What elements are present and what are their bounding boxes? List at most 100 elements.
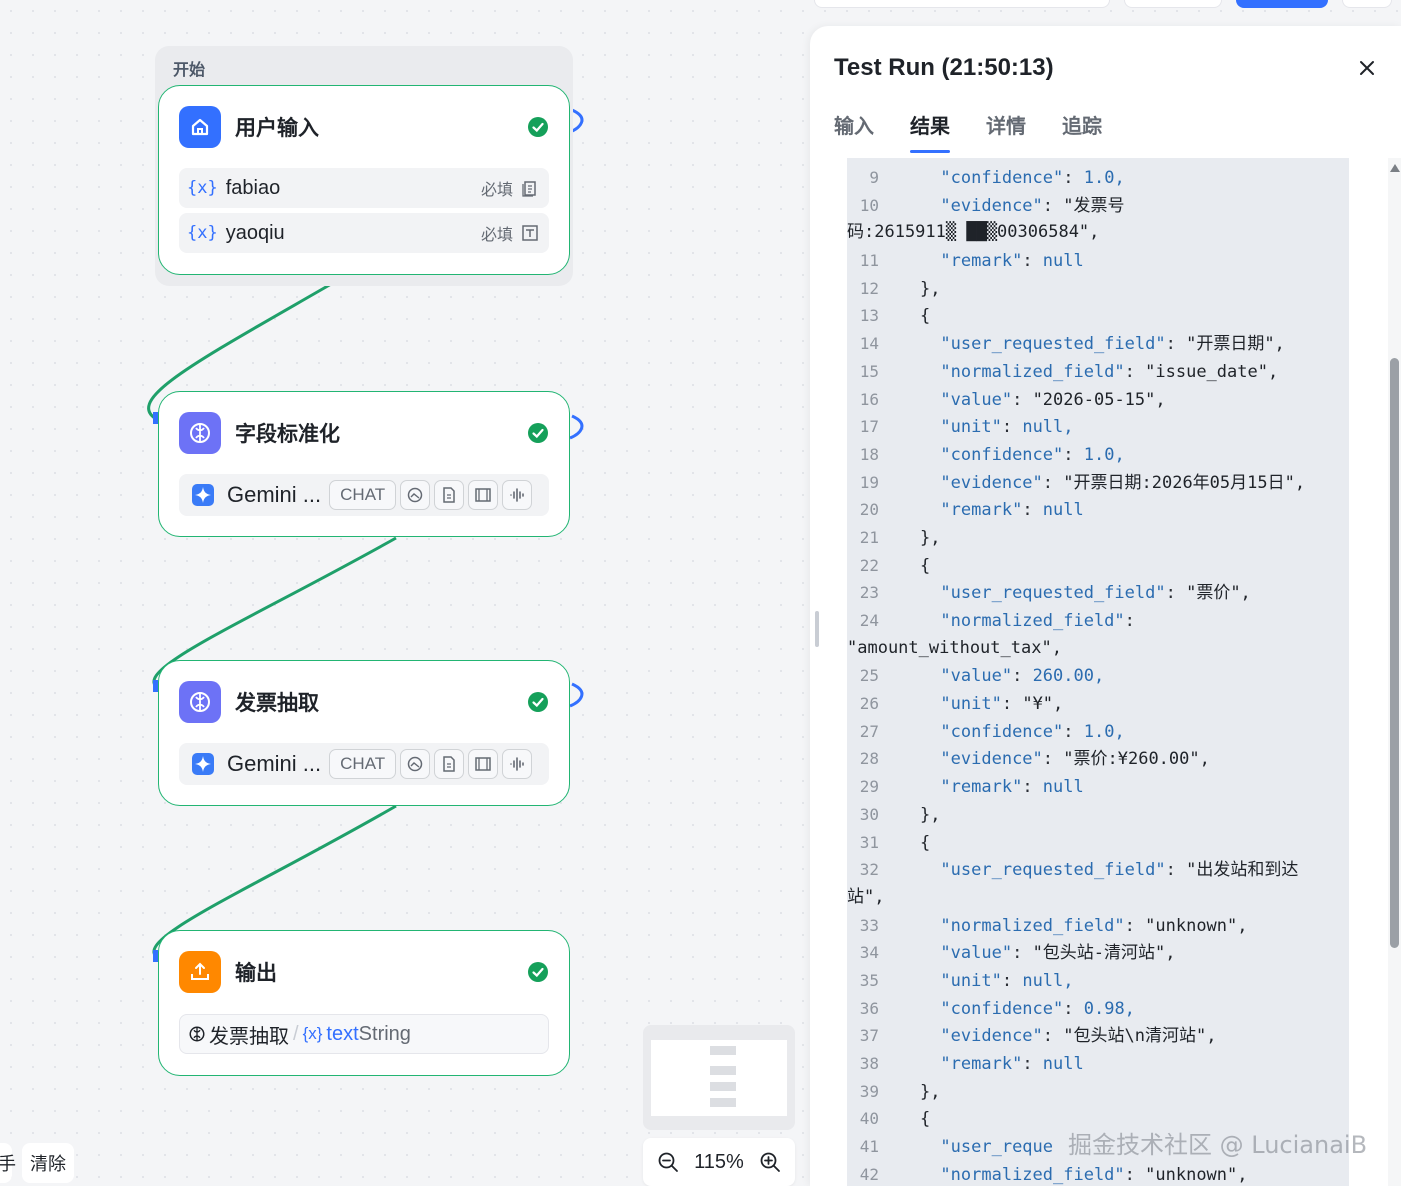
- line-number: 13: [859, 306, 879, 326]
- tab-trace[interactable]: 追踪: [1062, 110, 1102, 153]
- json-value: {: [919, 555, 931, 576]
- zoom-in-icon[interactable]: [759, 1151, 781, 1173]
- primary-button-edge[interactable]: [1236, 0, 1328, 8]
- cut-off-button[interactable]: 手: [0, 1143, 16, 1183]
- toolbar-button-edge[interactable]: [814, 0, 1110, 8]
- line-number: 25: [859, 666, 879, 686]
- line-number: 19: [859, 472, 879, 492]
- variable-icon: {x}: [187, 223, 218, 243]
- code-line: 29 "remark": null: [847, 773, 1349, 801]
- node-field-normalize[interactable]: 字段标准化 Gemini ... CHAT: [158, 391, 570, 537]
- node-invoice-extract[interactable]: 发票抽取 Gemini ... CHAT: [158, 660, 570, 806]
- json-colon: :: [1042, 1026, 1064, 1047]
- line-number: 24: [859, 611, 879, 630]
- json-value: "发票号: [1063, 195, 1125, 216]
- code-line: 10 "evidence": "发票号: [847, 192, 1349, 220]
- minimap[interactable]: [643, 1025, 795, 1130]
- variable-name: fabiao: [225, 176, 281, 199]
- json-colon: :: [1022, 777, 1043, 798]
- test-run-panel: Test Run (21:50:13) 输入 结果 详情 追踪 9 "confi…: [810, 0, 1401, 1186]
- json-colon: :: [1124, 361, 1146, 382]
- line-number: 20: [859, 500, 879, 520]
- line-number: 41: [859, 1137, 879, 1157]
- minimap-node: [710, 1098, 736, 1107]
- model-row[interactable]: Gemini ... CHAT: [179, 474, 549, 516]
- tab-result[interactable]: 结果: [910, 110, 950, 153]
- code-line: 12 },: [847, 275, 1349, 303]
- audio-icon: [502, 749, 533, 779]
- line-number: 42: [859, 1164, 879, 1184]
- line-number: 36: [859, 998, 879, 1018]
- json-value: "票价:¥260.00",: [1063, 749, 1210, 770]
- resize-handle[interactable]: [815, 611, 819, 647]
- code-line: 19 "evidence": "开票日期:2026年05月15日",: [847, 469, 1349, 497]
- success-check-icon: [528, 962, 548, 982]
- code-line: "amount_without_tax",: [847, 635, 1349, 663]
- tab-detail[interactable]: 详情: [986, 110, 1026, 153]
- json-key: "remark": [940, 777, 1023, 798]
- minimap-node: [710, 1046, 736, 1055]
- code-line: 站",: [847, 884, 1349, 912]
- workflow-canvas[interactable]: 开始 用户输入 {x} fabiao 必填 {x} yaoqiu 必填 字段标准…: [0, 0, 810, 1186]
- toolbar-button-edge[interactable]: [1124, 0, 1222, 8]
- input-variable-row[interactable]: {x} fabiao 必填: [179, 168, 549, 208]
- line-number: 27: [859, 721, 879, 741]
- json-value: {: [919, 306, 931, 327]
- toolbar-button-edge[interactable]: [1342, 0, 1392, 8]
- json-colon: :: [1063, 998, 1084, 1019]
- json-key: "user_requested_field": [940, 583, 1166, 604]
- video-icon: [468, 749, 499, 779]
- model-name: Gemini ...: [227, 482, 322, 507]
- json-key: "remark": [940, 251, 1023, 272]
- input-variable-row[interactable]: {x} yaoqiu 必填: [179, 213, 549, 253]
- code-line: 18 "confidence": 1.0,: [847, 441, 1349, 469]
- document-icon: [434, 480, 465, 510]
- code-line: 27 "confidence": 1.0,: [847, 718, 1349, 746]
- line-number: 40: [859, 1109, 879, 1129]
- json-value: "¥",: [1022, 694, 1064, 715]
- close-icon[interactable]: [1355, 56, 1379, 80]
- zoom-out-icon[interactable]: [657, 1151, 679, 1173]
- node-user-input[interactable]: 用户输入 {x} fabiao 必填 {x} yaoqiu 必填: [158, 85, 570, 275]
- scroll-up-arrow-icon[interactable]: [1390, 164, 1400, 172]
- line-number: 18: [859, 444, 879, 464]
- json-key: "remark": [940, 500, 1023, 521]
- code-line: 38 "remark": null: [847, 1050, 1349, 1078]
- output-variable: text: [326, 1022, 359, 1045]
- result-code-viewer[interactable]: 9 "confidence": 1.0, 10 "evidence": "发票号码…: [847, 158, 1349, 1186]
- code-line: 16 "value": "2026-05-15",: [847, 386, 1349, 414]
- code-line: 35 "unit": null,: [847, 967, 1349, 995]
- tab-input[interactable]: 输入: [834, 110, 874, 153]
- json-value: "amount_without_tax",: [847, 637, 1062, 658]
- clear-button[interactable]: 清除: [22, 1143, 74, 1183]
- node-output[interactable]: 输出 发票抽取 / {x} text String: [158, 930, 570, 1076]
- json-key: "confidence": [940, 998, 1064, 1019]
- line-number: 38: [859, 1054, 879, 1073]
- json-value: 1.0,: [1083, 721, 1125, 742]
- mode-chip: CHAT: [329, 749, 397, 779]
- json-value: "出发站和到达: [1186, 860, 1299, 881]
- gemini-logo-icon: [192, 484, 214, 506]
- json-value: 站",: [847, 886, 885, 907]
- line-number: 37: [859, 1026, 879, 1046]
- line-number: 16: [859, 389, 879, 409]
- scrollbar-thumb[interactable]: [1390, 358, 1399, 948]
- model-row[interactable]: Gemini ... CHAT: [179, 743, 549, 785]
- code-line: 21 },: [847, 524, 1349, 552]
- json-colon: :: [1022, 251, 1043, 272]
- json-key: "value": [940, 389, 1013, 410]
- json-value: },: [919, 278, 941, 299]
- start-group-label: 开始: [173, 62, 206, 79]
- output-reference-row[interactable]: 发票抽取 / {x} text String: [179, 1014, 549, 1054]
- scrollbar[interactable]: [1388, 158, 1401, 1186]
- text-field-icon: [522, 225, 538, 241]
- node-title: 字段标准化: [235, 423, 340, 446]
- json-value: {: [919, 832, 931, 853]
- code-line: 13 {: [847, 302, 1349, 330]
